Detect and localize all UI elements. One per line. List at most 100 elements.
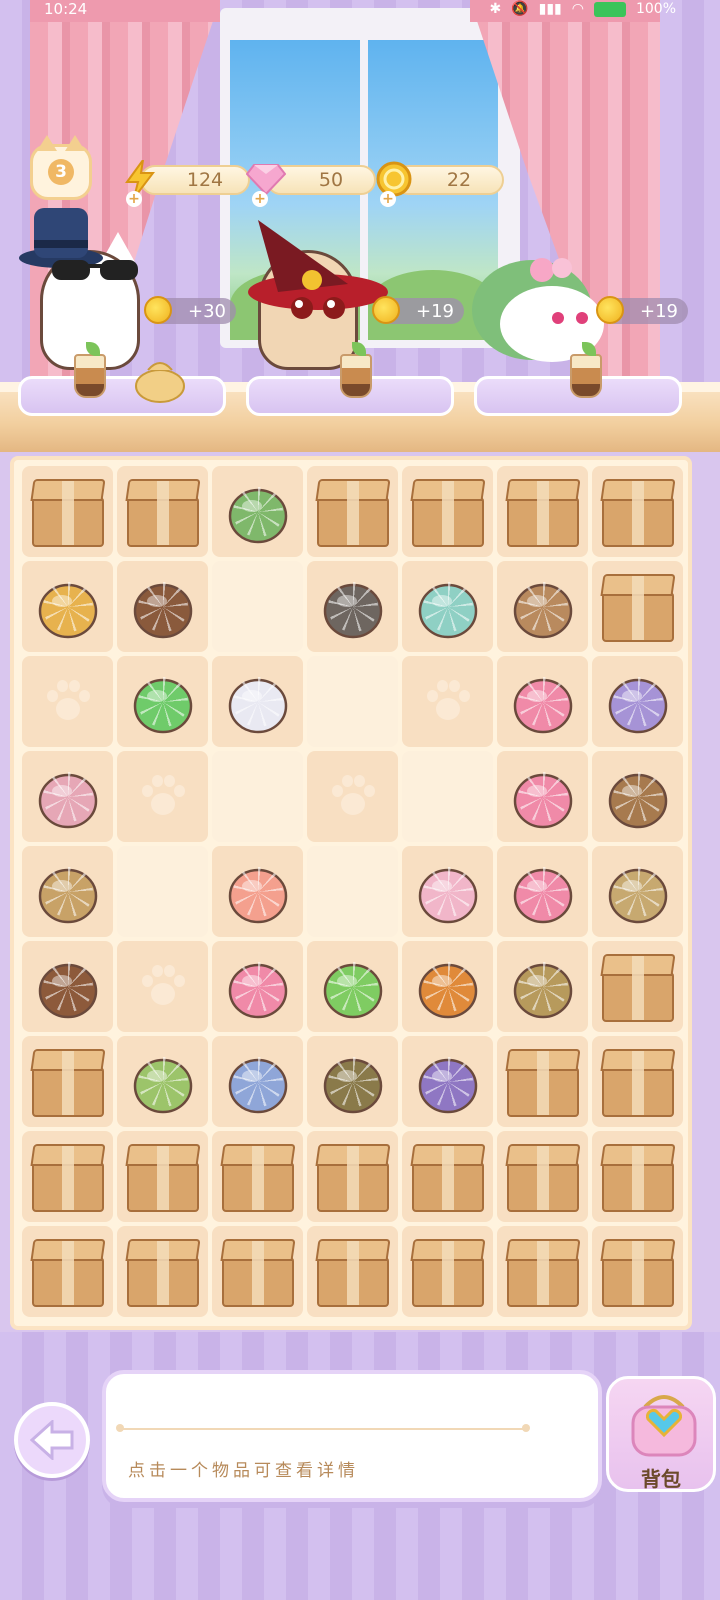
cardboard-box-icon <box>503 1235 583 1309</box>
board-cell[interactable] <box>22 466 113 557</box>
board-cell[interactable] <box>212 846 303 937</box>
board-cell[interactable] <box>402 561 493 652</box>
board-cell[interactable] <box>212 751 303 842</box>
board-cell[interactable] <box>117 561 208 652</box>
board-cell[interactable] <box>307 466 398 557</box>
board-cell[interactable] <box>402 846 493 937</box>
board-cell[interactable] <box>497 751 588 842</box>
board-cell[interactable] <box>212 466 303 557</box>
cardboard-box-icon <box>218 1235 298 1309</box>
board-cell[interactable] <box>212 561 303 652</box>
board-cell[interactable] <box>592 561 683 652</box>
board-cell[interactable] <box>497 466 588 557</box>
back-arrow-icon <box>30 1420 74 1460</box>
board-cell[interactable] <box>592 846 683 937</box>
board-cell[interactable] <box>497 846 588 937</box>
board-cell[interactable] <box>402 466 493 557</box>
purple-flowers-icon <box>599 663 677 741</box>
iced-drink-icon <box>599 758 677 836</box>
board-cell[interactable] <box>497 941 588 1032</box>
order-plate-1[interactable] <box>18 376 226 416</box>
board-cell[interactable] <box>307 561 398 652</box>
board-cell[interactable] <box>22 941 113 1032</box>
tip-value: +19 <box>640 300 678 322</box>
iced-coffee-icon <box>29 948 107 1026</box>
board-cell[interactable] <box>212 1131 303 1222</box>
board-cell[interactable] <box>117 751 208 842</box>
cardboard-box-icon <box>28 1235 108 1309</box>
coin-icon <box>372 296 400 324</box>
board-cell[interactable] <box>117 846 208 937</box>
cardboard-box-icon <box>28 1045 108 1119</box>
gem-value: 50 <box>318 169 344 191</box>
board-cell[interactable] <box>117 941 208 1032</box>
board-cell[interactable] <box>22 1036 113 1127</box>
shovel-icon <box>504 568 582 646</box>
board-cell[interactable] <box>117 1226 208 1317</box>
add-gem-icon[interactable]: + <box>252 191 268 207</box>
back-button[interactable] <box>14 1402 90 1478</box>
board-cell[interactable] <box>497 1036 588 1127</box>
board-cell[interactable] <box>402 1036 493 1127</box>
board-cell[interactable] <box>212 941 303 1032</box>
gem-counter[interactable]: + 50 <box>246 164 376 207</box>
board-cell[interactable] <box>402 656 493 747</box>
board-cell[interactable] <box>592 1036 683 1127</box>
matcha-bun-icon <box>504 948 582 1026</box>
board-cell[interactable] <box>402 941 493 1032</box>
board-cell[interactable] <box>22 656 113 747</box>
board-cell[interactable] <box>212 656 303 747</box>
board-cell[interactable] <box>402 1131 493 1222</box>
board-cell[interactable] <box>212 1226 303 1317</box>
board-cell[interactable] <box>592 1226 683 1317</box>
board-cell[interactable] <box>497 1131 588 1222</box>
order-drink-icon <box>566 342 606 398</box>
wifi-icon: ◠ <box>571 1 584 17</box>
board-cell[interactable] <box>402 751 493 842</box>
board-cell[interactable] <box>402 1226 493 1317</box>
board-cell[interactable] <box>212 1036 303 1127</box>
board-cell[interactable] <box>592 751 683 842</box>
board-cell[interactable] <box>307 941 398 1032</box>
level-badge[interactable]: 3 <box>30 135 92 200</box>
add-coin-icon[interactable]: + <box>380 191 396 207</box>
cardboard-box-icon <box>598 950 678 1024</box>
board-cell[interactable] <box>497 561 588 652</box>
board-cell[interactable] <box>592 941 683 1032</box>
add-energy-icon[interactable]: + <box>126 191 142 207</box>
board-cell[interactable] <box>117 656 208 747</box>
bag-button[interactable]: 背包 <box>606 1376 716 1492</box>
board-cell[interactable] <box>22 1226 113 1317</box>
board-cell[interactable] <box>307 1131 398 1222</box>
board-cell[interactable] <box>307 656 398 747</box>
tip-badge-1: +30 <box>144 296 236 324</box>
board-cell[interactable] <box>307 751 398 842</box>
board-cell[interactable] <box>22 846 113 937</box>
board-cell[interactable] <box>307 1036 398 1127</box>
board-cell[interactable] <box>22 751 113 842</box>
pink-chest-icon <box>504 853 582 931</box>
board-cell[interactable] <box>22 1131 113 1222</box>
board-cell[interactable] <box>592 1131 683 1222</box>
board-cell[interactable] <box>117 1131 208 1222</box>
board-cell[interactable] <box>592 656 683 747</box>
board-cell[interactable] <box>592 466 683 557</box>
board-cell[interactable] <box>117 466 208 557</box>
tip-value: +19 <box>416 300 454 322</box>
coin-counter[interactable]: + 22 <box>376 161 504 207</box>
mute-icon: 🔕 <box>511 1 529 17</box>
board-cell[interactable] <box>497 656 588 747</box>
board-cell[interactable] <box>307 846 398 937</box>
tip-value: +30 <box>188 300 226 322</box>
board-cell[interactable] <box>497 1226 588 1317</box>
energy-counter[interactable]: + 124 <box>125 160 250 207</box>
board-cell[interactable] <box>307 1226 398 1317</box>
tulip-icon <box>29 568 107 646</box>
pet-bowl-icon <box>124 568 202 646</box>
paw-icon <box>423 679 473 724</box>
coin-icon <box>596 296 624 324</box>
paw-icon <box>43 679 93 724</box>
cardboard-box-icon <box>503 1140 583 1214</box>
board-cell[interactable] <box>22 561 113 652</box>
board-cell[interactable] <box>117 1036 208 1127</box>
